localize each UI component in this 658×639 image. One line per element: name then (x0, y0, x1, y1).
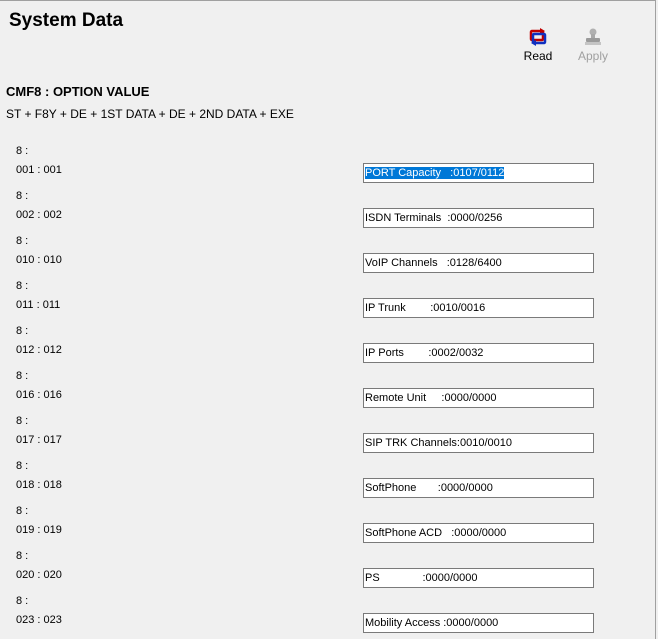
row-label-top: 8 : (16, 280, 29, 292)
option-value-text: PORT Capacity :0107/0112 (365, 167, 505, 179)
row-label-bottom: 016 : 016 (16, 389, 62, 401)
option-value-field[interactable]: SoftPhone ACD :0000/0000 (363, 523, 594, 543)
row-label-bottom: 011 : 011 (16, 299, 61, 311)
row-label-bottom: 019 : 019 (16, 524, 62, 536)
read-button-label: Read (523, 49, 553, 63)
option-value-text: SIP TRK Channels:0010/0010 (365, 437, 512, 449)
row-label-bottom: 023 : 023 (16, 614, 62, 626)
row-label-top: 8 : (16, 550, 29, 562)
row-label-top: 8 : (16, 325, 29, 337)
system-data-window: System Data Read Apply CMF8 : OPTION VAL… (0, 0, 656, 639)
option-value-text: Remote Unit :0000/0000 (365, 392, 497, 404)
row-label-bottom: 002 : 002 (16, 209, 62, 221)
page-title: System Data (9, 10, 124, 31)
option-value-field[interactable]: VoIP Channels :0128/6400 (363, 253, 594, 273)
option-value-text: Mobility Access :0000/0000 (365, 617, 499, 629)
option-value-field[interactable]: Remote Unit :0000/0000 (363, 388, 594, 408)
row-label-top: 8 : (16, 595, 29, 607)
stamp-icon (585, 28, 601, 45)
option-value-field[interactable]: SIP TRK Channels:0010/0010 (363, 433, 594, 453)
option-value-field[interactable]: IP Ports :0002/0032 (363, 343, 594, 363)
option-value-field[interactable]: IP Trunk :0010/0016 (363, 298, 594, 318)
option-value-field[interactable]: Mobility Access :0000/0000 (363, 613, 594, 633)
row-label-bottom: 017 : 017 (16, 434, 62, 446)
row-label-top: 8 : (16, 370, 29, 382)
option-value-text: SoftPhone :0000/0000 (365, 482, 493, 494)
row-label-bottom: 010 : 010 (16, 254, 62, 266)
apply-button[interactable]: Apply (573, 27, 613, 63)
option-value-text: SoftPhone ACD :0000/0000 (365, 527, 507, 539)
section-title: CMF8 : OPTION VALUE (6, 84, 150, 99)
row-label-top: 8 : (16, 415, 29, 427)
row-label-top: 8 : (16, 460, 29, 472)
option-value-field[interactable]: PS :0000/0000 (363, 568, 594, 588)
row-label-top: 8 : (16, 190, 29, 202)
option-value-text: VoIP Channels :0128/6400 (365, 257, 502, 269)
refresh-arrows-icon (529, 28, 547, 46)
row-label-bottom: 001 : 001 (16, 164, 62, 176)
row-label-bottom: 018 : 018 (16, 479, 62, 491)
option-value-text: ISDN Terminals :0000/0256 (365, 212, 503, 224)
option-value-field[interactable]: ISDN Terminals :0000/0256 (363, 208, 594, 228)
row-label-top: 8 : (16, 505, 29, 517)
instruction-text: ST + F8Y + DE + 1ST DATA + DE + 2ND DATA… (6, 107, 294, 121)
option-value-text: IP Ports :0002/0032 (365, 347, 484, 359)
option-value-text: IP Trunk :0010/0016 (365, 302, 486, 314)
row-label-bottom: 012 : 012 (16, 344, 62, 356)
row-label-top: 8 : (16, 235, 29, 247)
row-label-bottom: 020 : 020 (16, 569, 62, 581)
apply-button-label: Apply (577, 49, 609, 63)
option-value-text: PS :0000/0000 (365, 572, 478, 584)
option-value-field[interactable]: SoftPhone :0000/0000 (363, 478, 594, 498)
row-label-top: 8 : (16, 145, 29, 157)
read-button[interactable]: Read (518, 27, 558, 63)
option-value-field[interactable]: PORT Capacity :0107/0112 (363, 163, 594, 183)
